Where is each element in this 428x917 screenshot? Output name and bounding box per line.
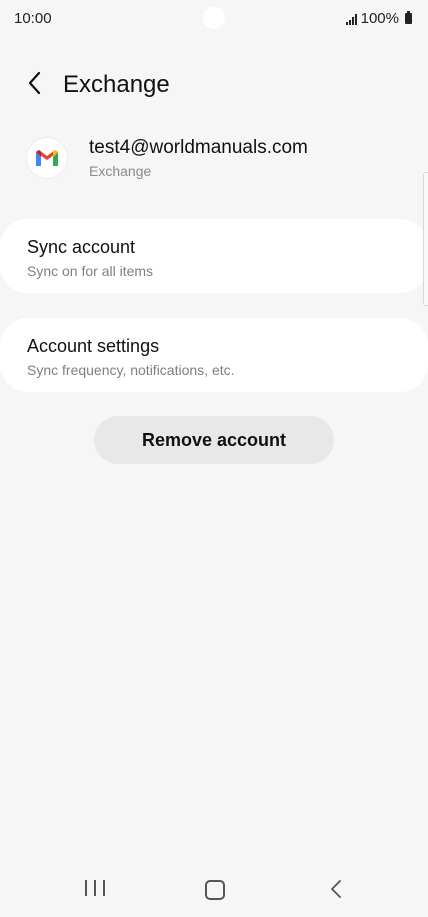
account-settings-item[interactable]: Account settings Sync frequency, notific… xyxy=(0,318,428,392)
chevron-left-icon xyxy=(28,71,41,95)
battery-percent: 100% xyxy=(360,10,399,27)
account-settings-subtitle: Sync frequency, notifications, etc. xyxy=(27,362,235,378)
account-settings-title: Account settings xyxy=(27,336,160,356)
sync-account-subtitle: Sync on for all items xyxy=(27,263,154,279)
app-header: Exchange xyxy=(0,62,428,106)
home-icon[interactable] xyxy=(205,880,225,900)
avatar xyxy=(27,138,67,178)
battery-icon xyxy=(405,11,412,24)
nav-back-chevron-icon xyxy=(331,880,341,898)
camera-cutout xyxy=(203,7,225,29)
status-bar: 10:00 100% xyxy=(0,0,428,38)
signal-icon xyxy=(345,13,357,25)
sync-account-item[interactable]: Sync account Sync on for all items xyxy=(0,219,428,293)
remove-account-button[interactable]: Remove account xyxy=(94,416,334,464)
status-icons: 100% xyxy=(345,10,412,27)
recents-icon[interactable] xyxy=(85,880,105,898)
sync-account-title: Sync account xyxy=(27,237,136,257)
navigation-bar xyxy=(0,862,428,917)
scrollbar[interactable] xyxy=(423,172,428,306)
gmail-icon xyxy=(36,150,58,166)
account-email: test4@worldmanuals.com xyxy=(89,137,308,158)
page-title: Exchange xyxy=(63,71,170,98)
status-time: 10:00 xyxy=(14,10,52,27)
back-icon[interactable] xyxy=(326,878,346,900)
account-type: Exchange xyxy=(89,163,152,179)
back-button[interactable] xyxy=(20,68,50,98)
account-header: test4@worldmanuals.com Exchange xyxy=(0,130,428,190)
